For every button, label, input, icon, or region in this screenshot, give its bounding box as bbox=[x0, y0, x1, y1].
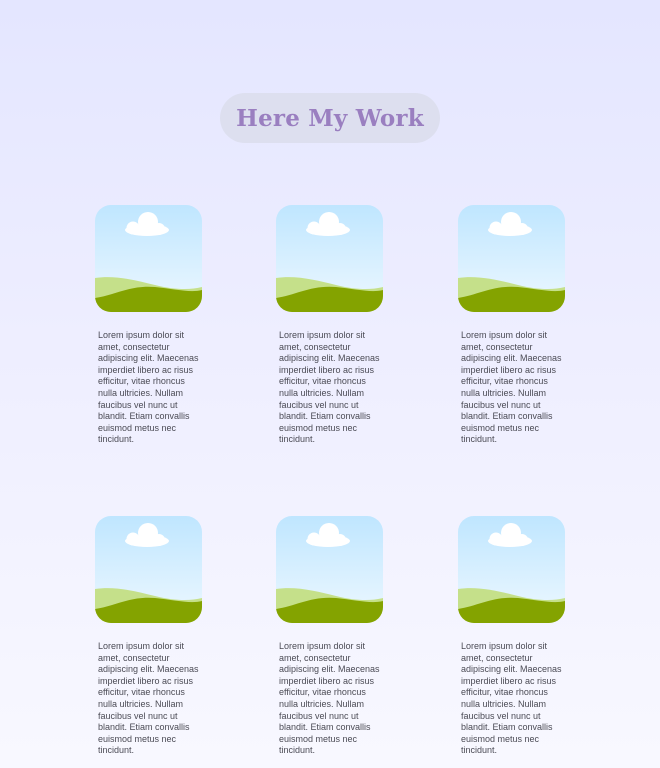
landscape-image-icon[interactable] bbox=[458, 516, 565, 623]
card-description: Lorem ipsum dolor sit amet, consectetur … bbox=[279, 641, 380, 756]
portfolio-card[interactable]: Lorem ipsum dolor sit amet, consectetur … bbox=[276, 205, 388, 446]
landscape-image-icon[interactable] bbox=[95, 516, 202, 623]
card-description: Lorem ipsum dolor sit amet, consectetur … bbox=[461, 641, 562, 756]
portfolio-card[interactable]: Lorem ipsum dolor sit amet, consectetur … bbox=[276, 516, 388, 757]
landscape-image-icon[interactable] bbox=[276, 516, 383, 623]
landscape-image-icon[interactable] bbox=[458, 205, 565, 312]
card-description: Lorem ipsum dolor sit amet, consectetur … bbox=[98, 330, 199, 445]
portfolio-card[interactable]: Lorem ipsum dolor sit amet, consectetur … bbox=[95, 516, 207, 757]
portfolio-card[interactable]: Lorem ipsum dolor sit amet, consectetur … bbox=[458, 205, 570, 446]
landscape-image-icon[interactable] bbox=[276, 205, 383, 312]
portfolio-card[interactable]: Lorem ipsum dolor sit amet, consectetur … bbox=[458, 516, 570, 757]
portfolio-card[interactable]: Lorem ipsum dolor sit amet, consectetur … bbox=[95, 205, 207, 446]
card-description: Lorem ipsum dolor sit amet, consectetur … bbox=[279, 330, 380, 445]
landscape-image-icon[interactable] bbox=[95, 205, 202, 312]
card-description: Lorem ipsum dolor sit amet, consectetur … bbox=[461, 330, 562, 445]
card-description: Lorem ipsum dolor sit amet, consectetur … bbox=[98, 641, 199, 756]
portfolio-grid: Lorem ipsum dolor sit amet, consectetur … bbox=[0, 0, 660, 768]
